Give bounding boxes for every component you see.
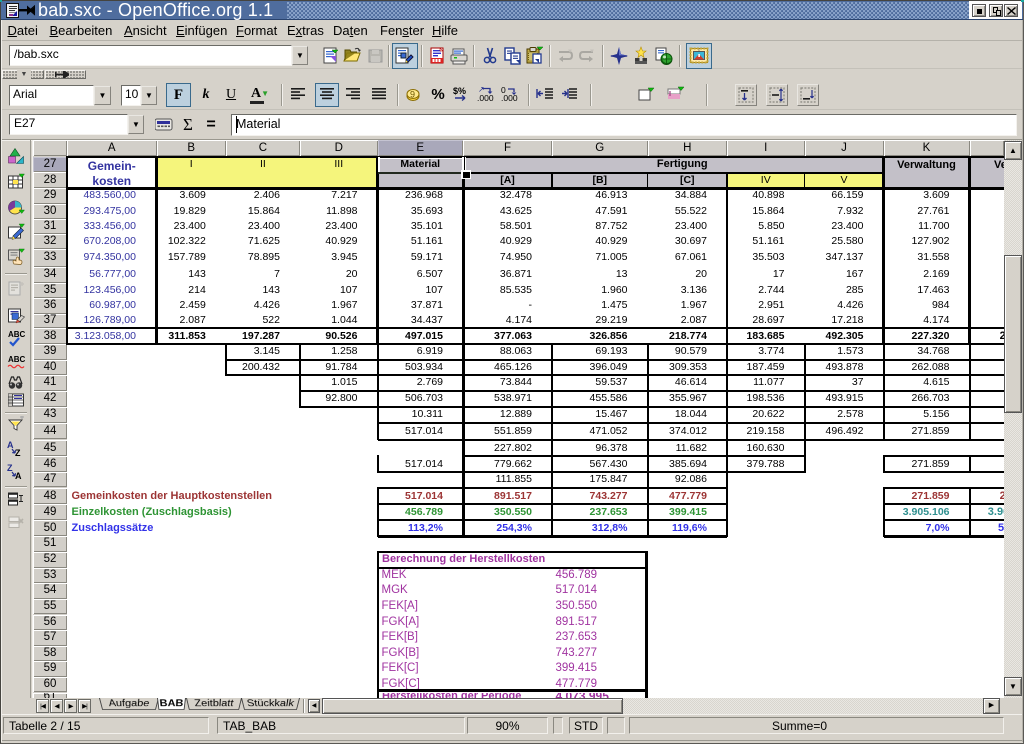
svg-text:Z: Z	[15, 448, 21, 458]
svg-text:.000: .000	[477, 93, 494, 103]
svg-text:↗: ↗	[478, 85, 485, 94]
svg-text:A: A	[7, 440, 14, 450]
svg-text:ABC: ABC	[8, 330, 25, 339]
svg-text:ABC: ABC	[8, 355, 25, 364]
svg-text:0: 0	[501, 85, 506, 95]
svg-text:Z: Z	[7, 463, 13, 473]
svg-text:$%: $%	[453, 86, 466, 96]
svg-text:9: 9	[410, 90, 415, 100]
svg-text:A: A	[15, 471, 22, 481]
